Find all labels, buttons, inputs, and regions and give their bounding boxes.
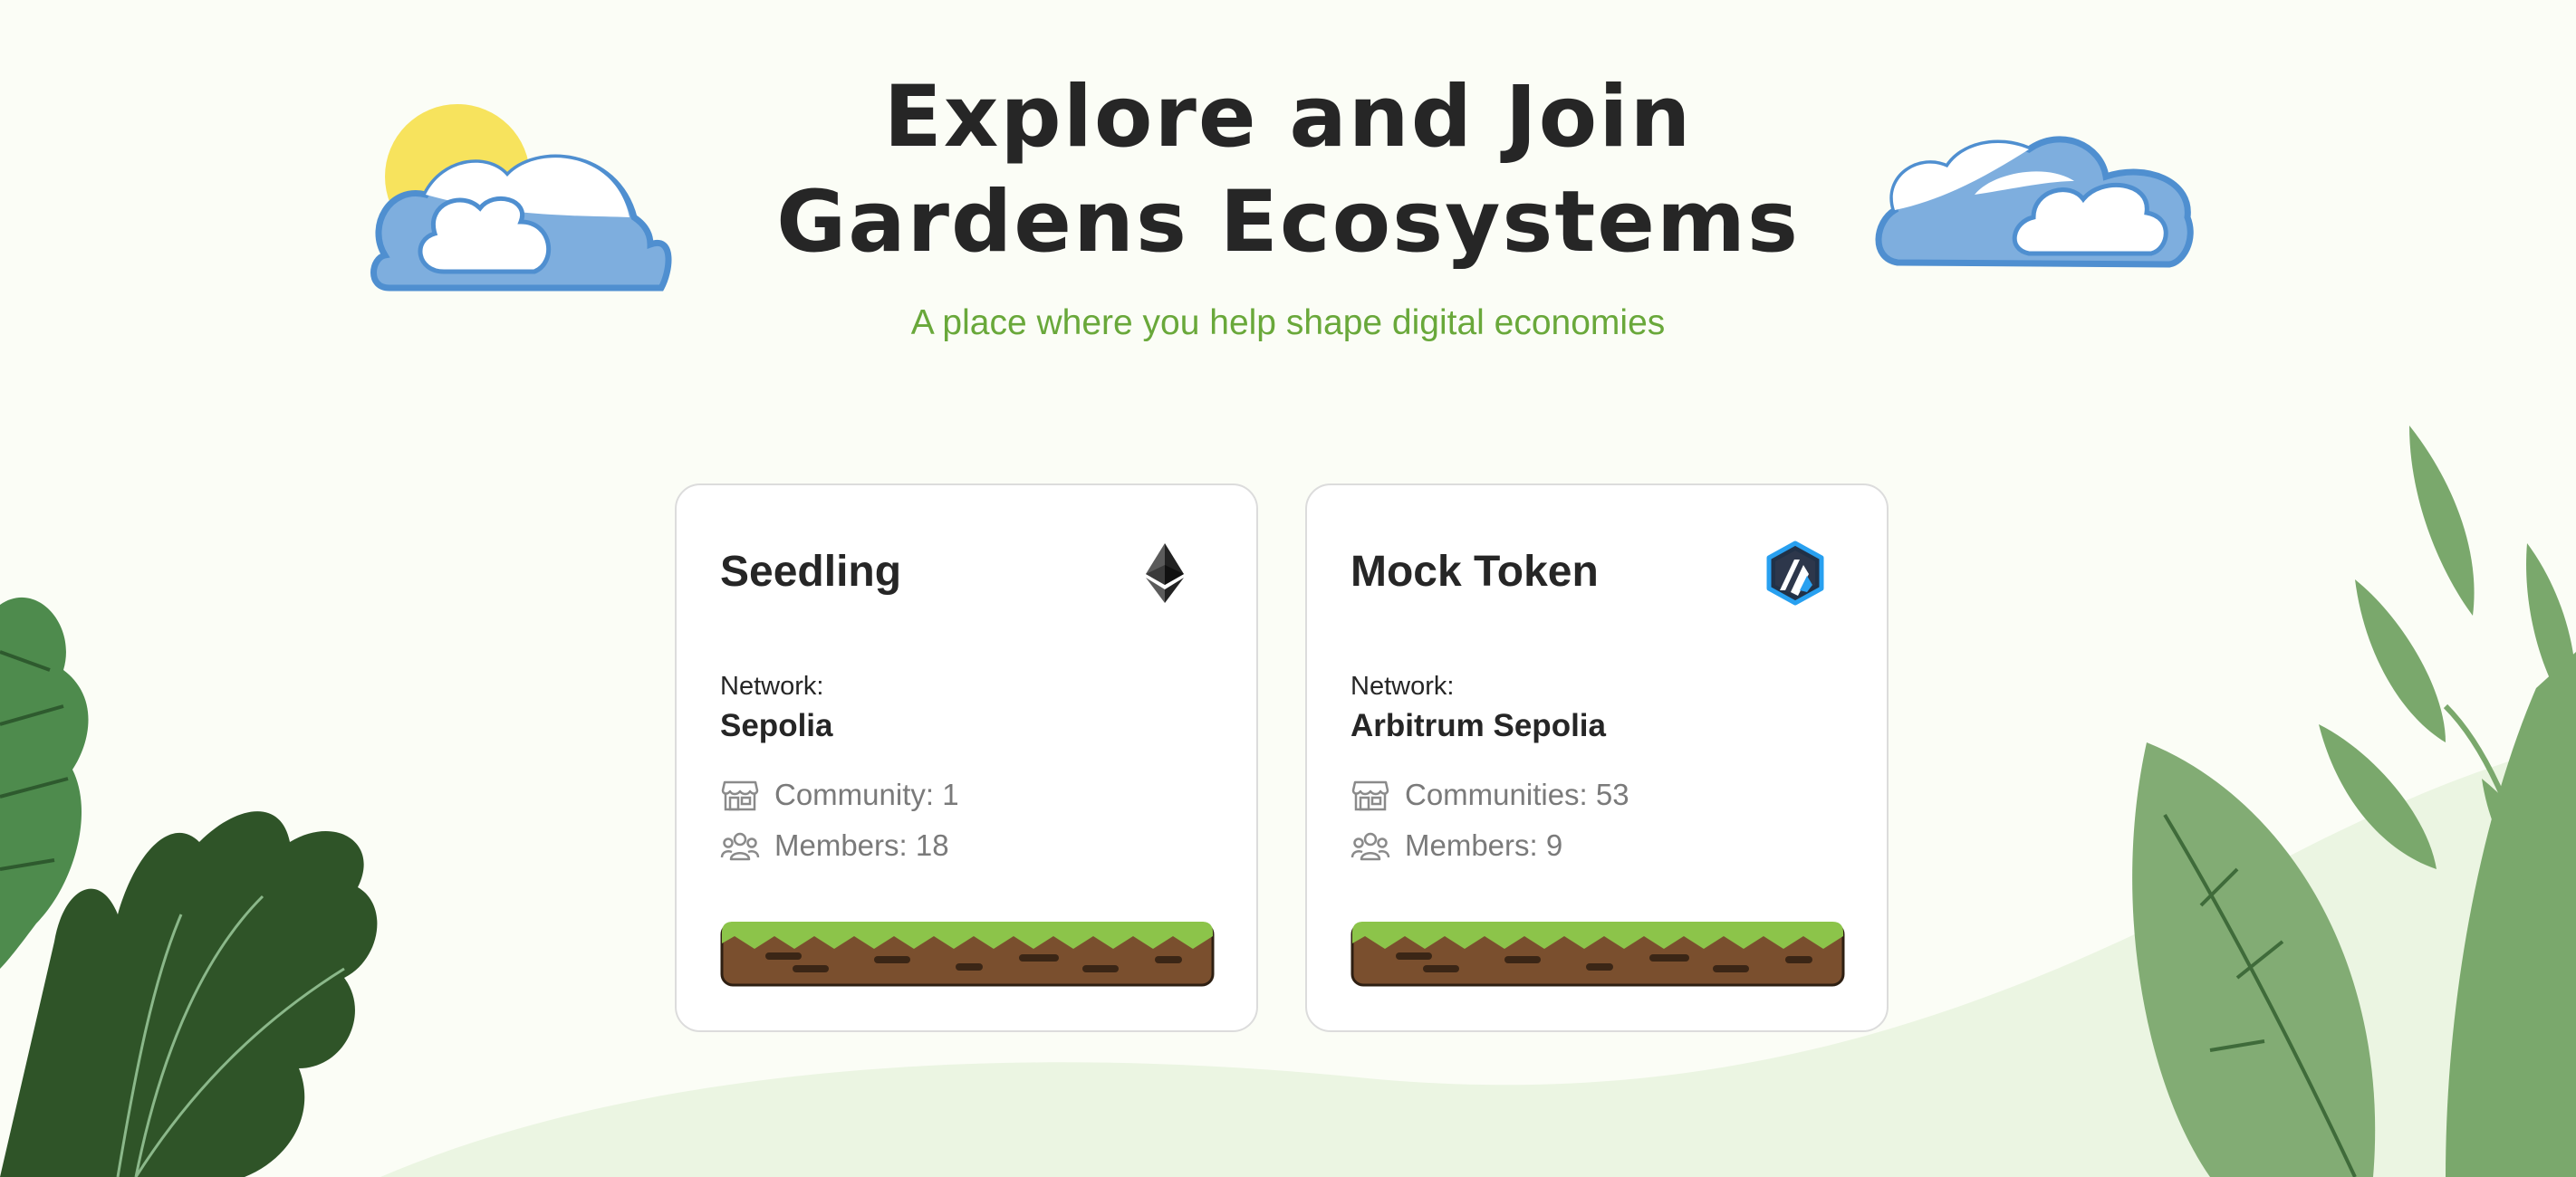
members-stat: Members: 18 [720, 826, 949, 866]
page-title-line-1: Explore and Join [883, 68, 1693, 167]
users-icon [720, 832, 760, 861]
network-value: Sepolia [720, 708, 833, 743]
members-stat: Members: 9 [1350, 826, 1562, 866]
users-icon [1350, 832, 1390, 861]
communities-stat: Community: 1 [720, 775, 959, 815]
garden-card-seedling[interactable]: Seedling Network: Sepolia Community: 1 M… [675, 483, 1258, 1032]
page: Explore and Join Gardens Ecosystems A pl… [0, 0, 2576, 1177]
communities-stat: Communities: 53 [1350, 775, 1629, 815]
network-value: Arbitrum Sepolia [1350, 708, 1606, 743]
page-title-line-2: Gardens Ecosystems [776, 173, 1800, 272]
communities-text: Communities: 53 [1405, 778, 1629, 811]
grass-ground-illustration [720, 922, 1215, 987]
leaves-right [2132, 426, 2576, 1177]
page-subtitle: A place where you help shape digital eco… [910, 303, 1666, 342]
card-title: Mock Token [1350, 548, 1599, 596]
store-icon [721, 780, 759, 811]
network-label: Network: [720, 672, 824, 701]
grass-ground-illustration [1350, 922, 1845, 987]
arbitrum-icon [1766, 541, 1824, 606]
network-label: Network: [1350, 672, 1455, 701]
ethereum-icon [1146, 543, 1184, 603]
page-title: Explore and Join Gardens Ecosystems [0, 65, 2576, 275]
store-icon [1351, 780, 1389, 811]
members-text: Members: 18 [774, 828, 949, 862]
garden-card-mock-token[interactable]: Mock Token Network: Arbitrum Sepolia Com… [1305, 483, 1889, 1032]
leaves-left [0, 597, 378, 1177]
communities-text: Community: 1 [774, 778, 959, 811]
card-title: Seedling [720, 548, 902, 596]
members-text: Members: 9 [1405, 828, 1563, 862]
